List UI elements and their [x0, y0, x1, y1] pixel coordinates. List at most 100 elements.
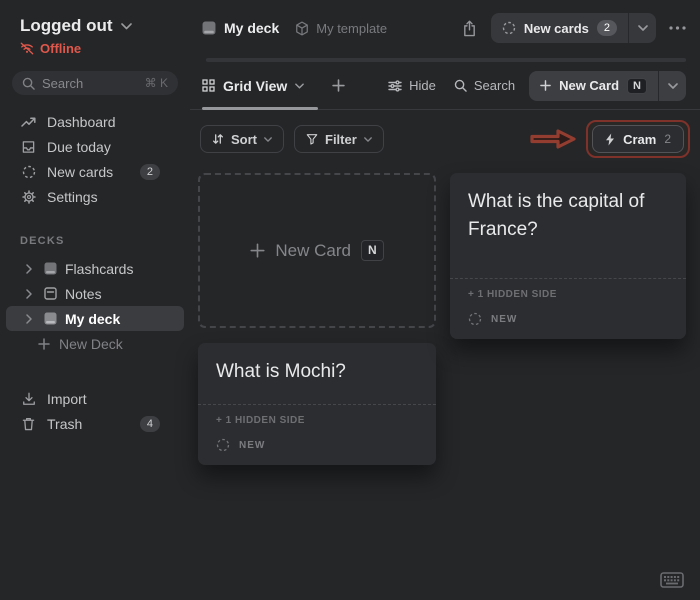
chevron-right-icon[interactable]	[26, 289, 36, 299]
template-cube-icon	[295, 21, 309, 36]
account-menu[interactable]: Logged out	[0, 16, 190, 36]
deck-icon	[44, 262, 57, 275]
decks-section-header: DECKS	[20, 235, 190, 247]
card-status-badge: NEW	[491, 314, 517, 325]
gear-icon	[21, 190, 36, 204]
search-cards-label: Search	[474, 78, 515, 93]
new-card-dropdown[interactable]	[659, 71, 686, 101]
sidebar-item-dashboard[interactable]: Dashboard	[0, 109, 190, 134]
tab-label: Grid View	[223, 78, 287, 94]
dashed-circle-icon	[468, 312, 482, 326]
search-placeholder: Search	[42, 76, 138, 91]
new-card-placeholder[interactable]: New Card N	[198, 173, 436, 328]
sidebar-item-label: Import	[47, 391, 87, 407]
deck-item-my-deck[interactable]: My deck	[6, 306, 184, 331]
hidden-side-label: + 1 HIDDEN SIDE	[450, 278, 686, 302]
new-cards-dropdown[interactable]	[629, 13, 656, 43]
chevron-right-icon[interactable]	[26, 314, 36, 324]
ellipsis-icon	[669, 26, 686, 30]
search-cards-button[interactable]: Search	[454, 78, 515, 93]
keyboard-icon	[660, 572, 684, 588]
funnel-icon	[306, 133, 318, 145]
placeholder-label: New Card	[275, 241, 351, 261]
new-card-shortcut-badge: N	[627, 78, 647, 94]
new-cards-count-badge: 2	[140, 164, 160, 180]
sidebar-item-label: Due today	[47, 139, 111, 155]
new-deck-button[interactable]: New Deck	[0, 331, 190, 356]
sort-button[interactable]: Sort	[200, 125, 284, 153]
deck-title[interactable]: My deck	[224, 20, 279, 36]
flashcard-france[interactable]: What is the capital of France? + 1 HIDDE…	[450, 173, 686, 339]
template-link[interactable]: My template	[295, 21, 387, 36]
search-icon	[22, 77, 35, 90]
placeholder-shortcut-badge: N	[361, 240, 384, 261]
new-card-label: New Card	[559, 78, 619, 93]
download-icon	[21, 392, 36, 406]
sliders-icon	[388, 80, 402, 92]
search-shortcut: ⌘ K	[145, 76, 168, 90]
card-footer: NEW	[450, 302, 686, 339]
deck-header: My deck My template New cards	[190, 0, 700, 56]
dashed-circle-icon	[216, 438, 230, 452]
app-window: Logged out Offline Search ⌘ K Dashbo	[0, 0, 700, 600]
plus-icon	[38, 338, 50, 350]
sidebar-item-due-today[interactable]: Due today	[0, 134, 190, 159]
new-cards-review-button[interactable]: New cards 2	[491, 13, 656, 43]
more-menu-button[interactable]	[669, 26, 686, 30]
notes-icon	[44, 287, 57, 300]
deck-label: My deck	[65, 311, 120, 327]
new-cards-button-label: New cards	[524, 21, 589, 36]
sidebar-item-label: Trash	[47, 416, 82, 432]
search-input[interactable]: Search ⌘ K	[12, 71, 178, 95]
deck-label: Notes	[65, 286, 102, 302]
hidden-side-label: + 1 HIDDEN SIDE	[198, 404, 436, 428]
trash-icon	[21, 417, 36, 431]
template-title: My template	[316, 21, 387, 36]
deck-label: Flashcards	[65, 261, 133, 277]
tab-grid-view[interactable]: Grid View	[202, 78, 304, 94]
wifi-off-icon	[20, 42, 34, 55]
sidebar-bottom: Import Trash 4	[0, 386, 190, 436]
keyboard-shortcuts-button[interactable]	[660, 572, 684, 588]
new-cards-review-main[interactable]: New cards 2	[491, 13, 628, 43]
share-icon	[462, 20, 477, 37]
card-column-2: What is the capital of France? + 1 HIDDE…	[450, 173, 686, 339]
cram-count: 2	[664, 132, 671, 146]
sidebar-item-trash[interactable]: Trash 4	[0, 411, 190, 436]
sidebar: Logged out Offline Search ⌘ K Dashbo	[0, 0, 190, 600]
sidebar-item-label: Dashboard	[47, 114, 116, 130]
active-tab-underline	[202, 107, 318, 110]
annotation-highlight-box: Cram 2	[586, 120, 690, 158]
sidebar-item-label: Settings	[47, 189, 98, 205]
dashed-circle-icon	[21, 165, 36, 179]
inbox-icon	[21, 140, 36, 154]
new-deck-label: New Deck	[59, 336, 123, 352]
deck-icon	[202, 21, 216, 35]
chevron-right-icon[interactable]	[26, 264, 36, 274]
flashcard-mochi[interactable]: What is Mochi? + 1 HIDDEN SIDE NEW	[198, 343, 436, 465]
dashed-circle-icon	[502, 21, 516, 35]
new-card-button[interactable]: New Card N	[529, 71, 686, 101]
filter-button[interactable]: Filter	[294, 125, 384, 153]
card-status-badge: NEW	[239, 440, 265, 451]
deck-icon	[44, 312, 57, 325]
annotation-arrow-icon	[529, 126, 577, 152]
sort-arrows-icon	[212, 133, 224, 145]
add-view-button[interactable]	[332, 79, 345, 92]
deck-item-notes[interactable]: Notes	[6, 281, 184, 306]
account-name: Logged out	[20, 16, 113, 36]
hide-fields-button[interactable]: Hide	[388, 78, 436, 93]
grid-icon	[202, 79, 215, 92]
new-card-main[interactable]: New Card N	[529, 71, 658, 101]
chevron-down-icon	[364, 137, 372, 142]
deck-item-flashcards[interactable]: Flashcards	[6, 256, 184, 281]
plus-icon	[540, 80, 551, 91]
offline-status: Offline	[0, 41, 190, 56]
sidebar-item-settings[interactable]: Settings	[0, 184, 190, 209]
filter-label: Filter	[325, 132, 357, 147]
cram-button[interactable]: Cram 2	[592, 125, 684, 153]
sidebar-item-import[interactable]: Import	[0, 386, 190, 411]
sidebar-item-new-cards[interactable]: New cards 2	[0, 159, 190, 184]
share-button[interactable]	[462, 20, 477, 37]
cram-label: Cram	[623, 132, 656, 147]
